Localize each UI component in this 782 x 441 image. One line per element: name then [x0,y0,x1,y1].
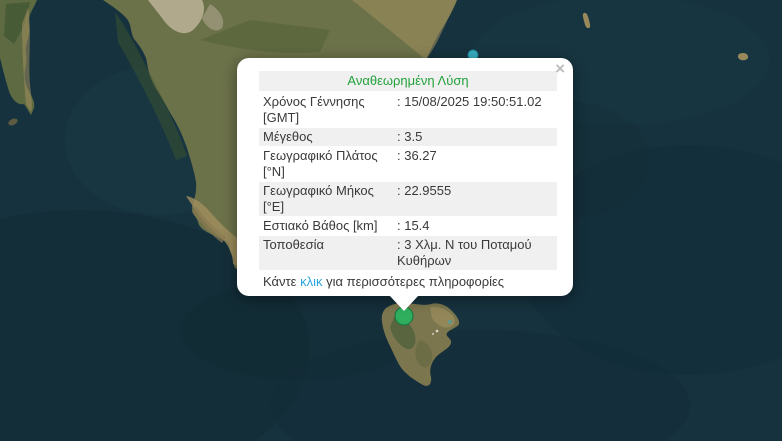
islet [737,52,749,61]
footer-text-pre: Κάντε [263,274,301,289]
popup-row: Μέγεθος : 3.5 [259,128,557,146]
map-viewport[interactable]: × Αναθεωρημένη Λύση Χρόνος Γέννησης [GMT… [0,0,782,441]
row-value: : 3 Χλμ. Ν του Ποταμού Κυθήρων [397,237,532,268]
row-value: : 22.9555 [397,183,452,198]
close-icon[interactable]: × [555,60,565,77]
earthquake-info-popup: × Αναθεωρημένη Λύση Χρόνος Γέννησης [GMT… [237,58,573,311]
popup-row: Γεωγραφικό Πλάτος [°N] : 36.27 [259,147,557,181]
row-value: : 3.5 [397,129,423,144]
row-label: Εστιακό Βάθος [km] [263,218,378,233]
popup-title: Αναθεωρημένη Λύση [259,71,557,91]
popup-table: Χρόνος Γέννησης [GMT] : 15/08/2025 19:50:… [259,93,557,270]
row-label: Τοποθεσία [263,237,325,252]
more-info-link[interactable]: κλικ [300,274,322,289]
footer-text-post: για περισσότερες πληροφορίες [322,274,505,289]
popup-row: Εστιακό Βάθος [km] : 15.4 [259,217,557,235]
row-value: : 36.27 [397,148,437,163]
row-value: : 15/08/2025 19:50:51.02 [397,94,542,109]
row-label: Γεωγραφικό Πλάτος [°N] [263,148,378,179]
popup-tail [389,295,419,311]
row-label: Χρόνος Γέννησης [GMT] [263,94,365,125]
popup-row: Τοποθεσία : 3 Χλμ. Ν του Ποταμού Κυθήρων [259,236,557,270]
row-label: Γεωγραφικό Μήκος [°E] [263,183,374,214]
popup-row: Γεωγραφικό Μήκος [°E] : 22.9555 [259,182,557,216]
popup-row: Χρόνος Γέννησης [GMT] : 15/08/2025 19:50:… [259,93,557,127]
row-label: Μέγεθος [263,129,313,144]
row-value: : 15.4 [397,218,430,233]
popup-footer: Κάντε κλικ για περισσότερες πληροφορίες [259,271,557,293]
